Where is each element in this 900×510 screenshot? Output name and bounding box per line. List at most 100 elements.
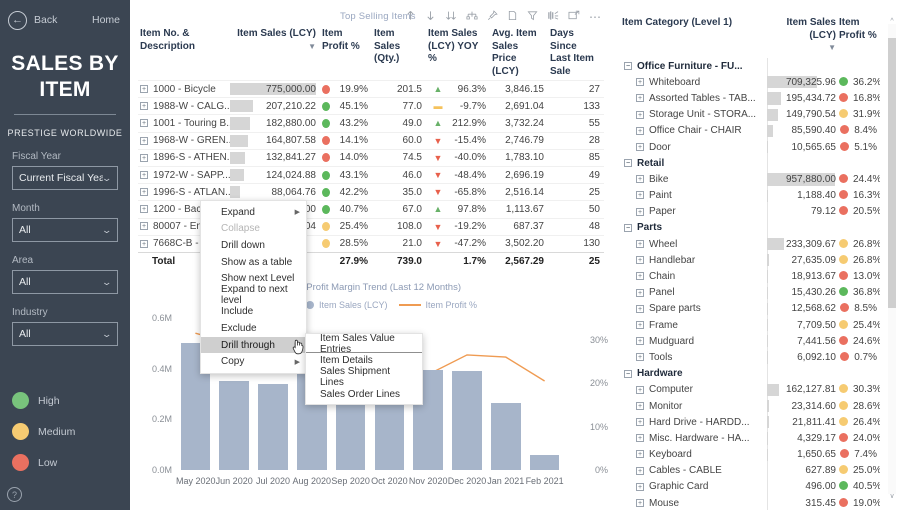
- expand-icon[interactable]: −: [624, 223, 632, 232]
- cell-category-name[interactable]: + Bike: [622, 171, 767, 187]
- table-row[interactable]: + Office Chair - CHAIR 85,590.40 8.4%: [622, 122, 880, 139]
- table-row[interactable]: + Tools 6,092.10 0.7%: [622, 349, 880, 366]
- filter-fiscal-year-select[interactable]: Current Fiscal Year ⌄: [12, 166, 118, 191]
- back-button[interactable]: Back: [34, 14, 57, 26]
- column-header-category-profit[interactable]: Item Profit %: [839, 16, 880, 58]
- cell-category-name[interactable]: + Storage Unit - STORA...: [622, 107, 767, 123]
- expand-icon[interactable]: +: [636, 207, 644, 216]
- table-row[interactable]: + Whiteboard 709,325.96 36.2%: [622, 74, 880, 91]
- table-row[interactable]: +1000 - Bicycle 775,000.00 19.9% 201.5 ▲ 96.3…: [138, 79, 604, 98]
- filter-icon[interactable]: [527, 10, 538, 24]
- table-row[interactable]: + Frame 7,709.50 25.4%: [622, 317, 880, 334]
- menu-item-show-as-a-table[interactable]: Show as a table: [201, 254, 306, 271]
- expand-icon[interactable]: +: [636, 499, 644, 508]
- cell-category-name[interactable]: + Door: [622, 139, 767, 155]
- scrollbar-thumb[interactable]: [888, 38, 896, 308]
- cell-item-name[interactable]: +1000 - Bicycle: [138, 79, 230, 98]
- home-button[interactable]: Home: [92, 14, 120, 26]
- cell-category-name[interactable]: + Computer: [622, 382, 767, 398]
- expand-icon[interactable]: +: [140, 188, 148, 197]
- table-row[interactable]: + Keyboard 1,650.65 7.4%: [622, 446, 880, 463]
- hierarchy-icon[interactable]: [466, 10, 478, 24]
- cell-category-name[interactable]: + Paper: [622, 204, 767, 220]
- expand-icon[interactable]: +: [140, 205, 148, 214]
- expand-icon[interactable]: −: [624, 61, 632, 70]
- pin-icon[interactable]: [487, 10, 498, 24]
- spotlight-icon[interactable]: [547, 10, 559, 24]
- expand-icon[interactable]: +: [636, 337, 644, 346]
- chevron-down-icon[interactable]: ∨: [888, 492, 896, 500]
- table-row[interactable]: + Handlebar 27,635.09 26.8%: [622, 252, 880, 269]
- expand-icon[interactable]: +: [140, 239, 148, 248]
- expand-icon[interactable]: +: [636, 434, 644, 443]
- table-row[interactable]: + Bike 957,880.00 24.4%: [622, 171, 880, 188]
- context-menu[interactable]: Expand ▶ Collapse Drill down Show as a table…: [200, 200, 307, 374]
- column-header-category-sales[interactable]: Item Sales (LCY) ▼: [767, 16, 839, 58]
- column-header-item-sales[interactable]: Item Sales (LCY) ▼: [230, 26, 320, 81]
- table-row[interactable]: + Door 10,565.65 5.1%: [622, 138, 880, 156]
- cell-category-name[interactable]: + Mudguard: [622, 333, 767, 349]
- filter-area-select[interactable]: All ⌄: [12, 270, 118, 295]
- expand-icon[interactable]: +: [636, 142, 644, 151]
- expand-icon[interactable]: +: [636, 304, 644, 313]
- table-row[interactable]: − Office Furniture - FU...: [622, 58, 880, 75]
- chevron-up-icon[interactable]: ^: [888, 18, 896, 25]
- table-row[interactable]: + Computer 162,127.81 30.3%: [622, 381, 880, 398]
- menu-item-expand-to-next-level[interactable]: Expand to next level: [201, 284, 306, 306]
- column-header-item-qty[interactable]: Item Sales (Qty.): [372, 26, 426, 81]
- category-scrollbar[interactable]: ^ ∨: [888, 18, 896, 500]
- expand-icon[interactable]: +: [140, 153, 148, 162]
- legend-label-item-sales[interactable]: Item Sales (LCY): [319, 300, 388, 310]
- table-row[interactable]: + Wheel 233,309.67 26.8%: [622, 236, 880, 253]
- chart-bar[interactable]: [491, 402, 521, 470]
- cell-category-name[interactable]: + Monitor: [622, 398, 767, 414]
- cell-category-name[interactable]: + Chain: [622, 268, 767, 284]
- expand-icon[interactable]: +: [140, 119, 148, 128]
- filter-industry-select[interactable]: All ⌄: [12, 322, 118, 347]
- menu-item-copy[interactable]: Copy ▶: [201, 353, 306, 370]
- table-row[interactable]: + Cables - CABLE 627.89 25.0%: [622, 462, 880, 479]
- expand-icon[interactable]: +: [636, 94, 644, 103]
- cell-category-name[interactable]: − Parts: [622, 220, 767, 236]
- table-row[interactable]: − Retail: [622, 155, 880, 172]
- expand-icon[interactable]: +: [140, 222, 148, 231]
- expand-icon[interactable]: +: [636, 320, 644, 329]
- cell-category-name[interactable]: + Hard Drive - HARDD...: [622, 414, 767, 430]
- table-row[interactable]: + Chain 18,913.67 13.0%: [622, 268, 880, 285]
- expand-icon[interactable]: +: [636, 353, 644, 362]
- chart-bar[interactable]: [529, 455, 560, 470]
- expand-icon[interactable]: +: [636, 110, 644, 119]
- expand-icon[interactable]: +: [636, 175, 644, 184]
- column-header-item[interactable]: Item No. & Description: [138, 26, 230, 81]
- column-header-item-category[interactable]: Item Category (Level 1): [622, 16, 767, 58]
- menu-item-drill-through[interactable]: Drill through▶: [201, 336, 306, 354]
- legend-label-item-profit[interactable]: Item Profit %: [426, 300, 478, 310]
- column-header-item-profit[interactable]: Item Profit %: [320, 26, 372, 81]
- cell-category-name[interactable]: + Keyboard: [622, 447, 767, 463]
- chart-bar[interactable]: [219, 381, 249, 470]
- cell-item-name[interactable]: +1001 - Touring B...: [138, 114, 230, 133]
- cell-item-name[interactable]: +1968-W - GREN...: [138, 131, 230, 150]
- expand-icon[interactable]: +: [636, 450, 644, 459]
- expand-icon[interactable]: +: [636, 288, 644, 297]
- cell-item-name[interactable]: +1896-S - ATHEN...: [138, 148, 230, 167]
- table-row[interactable]: + Storage Unit - STORA... 149,790.54 31.9%: [622, 106, 880, 123]
- column-header-avg-price[interactable]: Avg. Item Sales Price (LCY): [490, 26, 548, 81]
- cell-category-name[interactable]: + Paint: [622, 188, 767, 204]
- table-row[interactable]: + Monitor 23,314.60 28.6%: [622, 397, 880, 415]
- table-row[interactable]: + Paint 1,188.40 16.3%: [622, 187, 880, 204]
- expand-icon[interactable]: −: [624, 159, 632, 168]
- menu-item-include[interactable]: Include: [201, 304, 306, 321]
- submenu-item-sales-shipment-lines[interactable]: Sales Shipment Lines: [306, 366, 422, 388]
- table-row[interactable]: + Panel 15,430.26 36.8%: [622, 284, 880, 301]
- column-header-yoy[interactable]: Item Sales (LCY) YOY %: [426, 26, 490, 81]
- focus-mode-icon[interactable]: [568, 10, 580, 24]
- table-row[interactable]: +1896-S - ATHEN... 132,841.27 14.0% 74.5 ▼ -4…: [138, 148, 604, 167]
- expand-icon[interactable]: +: [140, 136, 148, 145]
- table-row[interactable]: + Misc. Hardware - HA... 4,329.17 24.0%: [622, 430, 880, 447]
- drill-down-icon[interactable]: [425, 10, 436, 24]
- cell-category-name[interactable]: + Whiteboard: [622, 74, 767, 90]
- column-header-days-since[interactable]: Days Since Last Item Sale: [548, 26, 604, 81]
- table-row[interactable]: +1972-W - SAPP... 124,024.88 43.1% 46.0 ▼ -48…: [138, 165, 604, 184]
- chart-bar[interactable]: [452, 371, 482, 470]
